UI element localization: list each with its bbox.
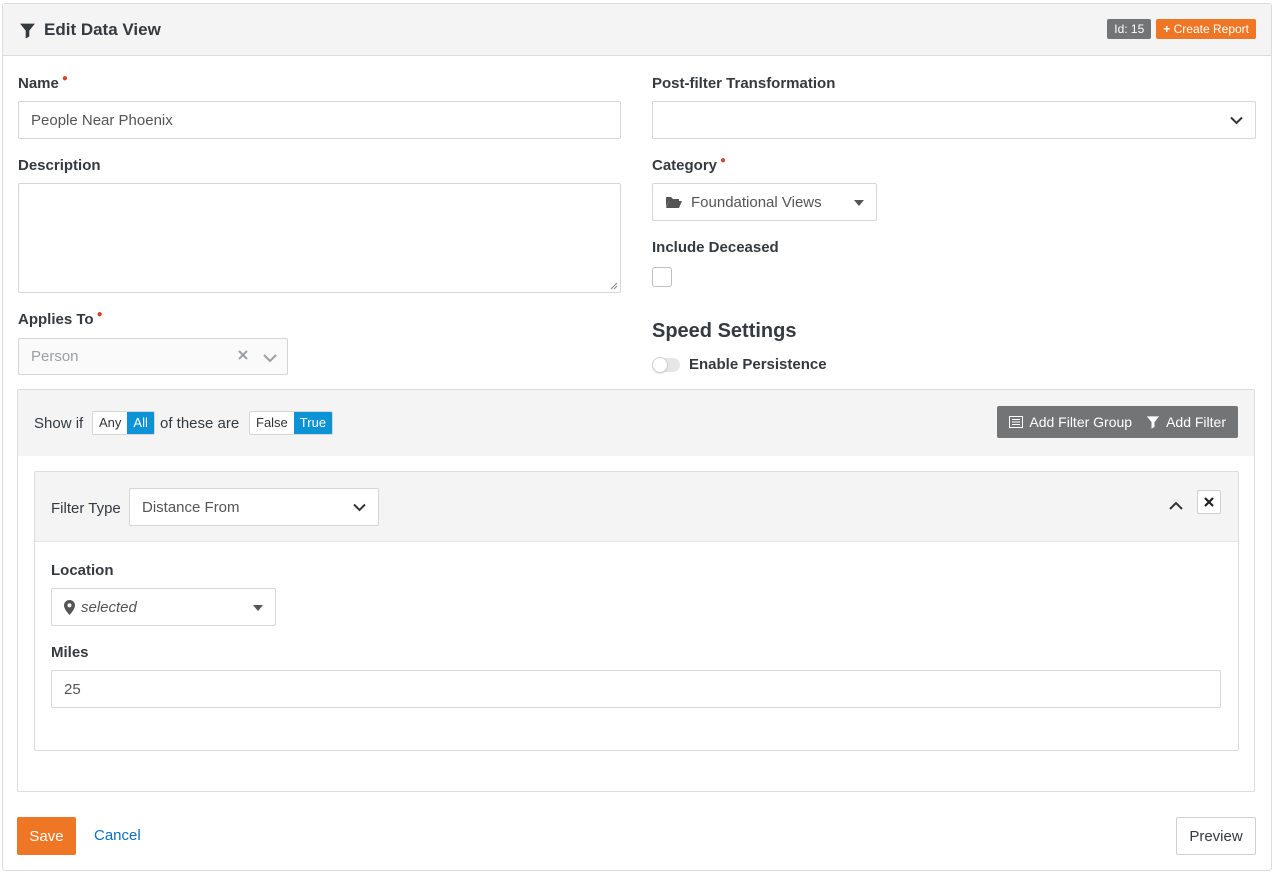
miles-input[interactable]: 25 (51, 670, 1221, 708)
false-option[interactable]: False (250, 412, 294, 434)
filter-type-select[interactable]: Distance From (129, 488, 379, 526)
panel-header: Edit Data View Id: 15 + Create Report (3, 4, 1271, 56)
name-input-value: People Near Phoenix (31, 111, 173, 129)
any-option[interactable]: Any (93, 412, 127, 434)
category-label: Category ● (652, 155, 727, 174)
of-these-are-label: of these are (160, 415, 240, 432)
applies-to-label-text: Applies To (18, 311, 94, 328)
applies-to-select[interactable]: Person (18, 338, 288, 375)
include-deceased-checkbox[interactable] (652, 267, 672, 287)
category-value: Foundational Views (691, 193, 822, 211)
speed-settings-heading: Speed Settings (652, 320, 797, 342)
filter-icon (19, 22, 36, 39)
filter-group-header: Show if Any All of these are False True … (18, 390, 1254, 456)
filter-type-label: Filter Type (51, 500, 121, 517)
enable-persistence-toggle[interactable] (652, 357, 680, 373)
remove-filter-button[interactable] (1197, 490, 1221, 514)
header-badges: Id: 15 + Create Report (1107, 19, 1256, 39)
filter-actions: Add Filter Group Add Filter (997, 406, 1238, 438)
resize-handle-icon[interactable] (610, 282, 618, 290)
name-label: Name ● (18, 73, 68, 92)
post-filter-select[interactable] (652, 101, 1256, 139)
location-picker[interactable]: selected (51, 588, 276, 626)
list-icon (1009, 416, 1024, 428)
caret-down-icon (854, 200, 864, 206)
description-label: Description (18, 157, 101, 174)
add-filter-group-label: Add Filter Group (1029, 414, 1133, 430)
include-deceased-label: Include Deceased (652, 239, 779, 256)
save-button[interactable]: Save (17, 817, 76, 855)
map-marker-icon (64, 599, 75, 615)
name-label-text: Name (18, 75, 59, 92)
filter-item: Filter Type Distance From Location selec… (34, 471, 1239, 751)
truth-toggle: False True (249, 411, 334, 435)
category-label-text: Category (652, 157, 718, 174)
clear-icon[interactable] (237, 348, 249, 365)
applies-to-label: Applies To ● (18, 309, 103, 328)
show-if-label: Show if (34, 415, 84, 432)
miles-value: 25 (64, 680, 81, 698)
chevron-down-icon (353, 499, 366, 516)
close-icon (1204, 497, 1214, 507)
preview-button[interactable]: Preview (1176, 817, 1256, 855)
page-title: Edit Data View (19, 20, 161, 40)
create-report-label: Create Report (1173, 22, 1249, 36)
collapse-chevron-up-icon[interactable] (1169, 497, 1183, 514)
required-indicator: ● (720, 155, 727, 166)
filter-item-header: Filter Type Distance From (35, 472, 1238, 542)
location-label: Location (51, 562, 114, 579)
id-badge: Id: 15 (1107, 19, 1152, 39)
filter-group-panel: Show if Any All of these are False True … (17, 389, 1255, 792)
location-value: selected (81, 598, 137, 616)
enable-persistence-label: Enable Persistence (689, 356, 827, 373)
filter-type-value: Distance From (142, 498, 240, 516)
all-option[interactable]: All (127, 412, 154, 434)
toggle-knob (652, 357, 668, 373)
chevron-down-icon (263, 350, 277, 367)
category-picker[interactable]: Foundational Views (652, 183, 877, 221)
caret-down-icon (253, 605, 263, 611)
add-filter-button[interactable]: Add Filter (1144, 406, 1238, 438)
name-input[interactable]: People Near Phoenix (18, 101, 621, 139)
description-textarea[interactable] (18, 183, 621, 293)
match-toggle: Any All (92, 411, 155, 435)
filter-icon (1146, 415, 1160, 429)
plus-icon: + (1163, 22, 1171, 36)
post-filter-label: Post-filter Transformation (652, 75, 836, 92)
chevron-down-icon (1230, 112, 1243, 129)
add-filter-label: Add Filter (1166, 414, 1226, 430)
true-option[interactable]: True (293, 412, 333, 434)
create-report-button[interactable]: + Create Report (1156, 19, 1256, 39)
applies-to-value: Person (31, 348, 79, 365)
folder-open-icon (665, 195, 683, 209)
add-filter-group-button[interactable]: Add Filter Group (997, 406, 1144, 438)
page-title-text: Edit Data View (44, 20, 161, 39)
required-indicator: ● (96, 309, 103, 320)
required-indicator: ● (61, 73, 68, 84)
cancel-link[interactable]: Cancel (94, 827, 141, 844)
miles-label: Miles (51, 644, 89, 661)
